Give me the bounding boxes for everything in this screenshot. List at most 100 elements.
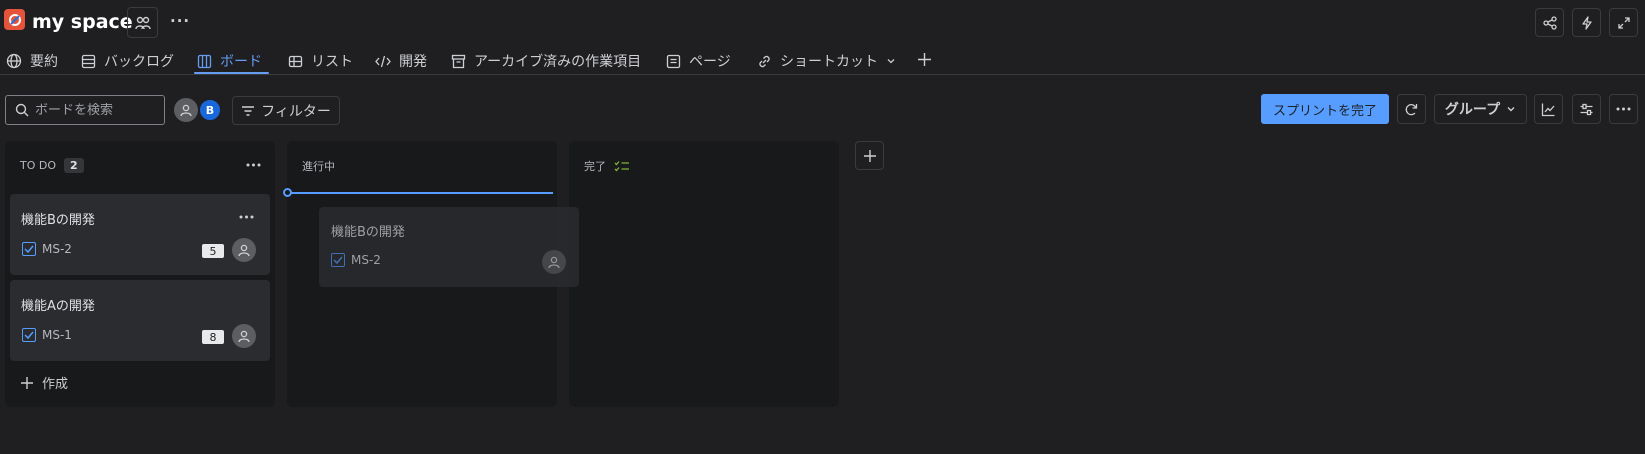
code-icon xyxy=(375,55,391,67)
assignee-avatar[interactable] xyxy=(232,324,256,348)
space-logo-icon[interactable] xyxy=(4,9,25,30)
board-more-button[interactable] xyxy=(1609,94,1638,124)
done-checklist-icon xyxy=(614,161,629,172)
search-input[interactable] xyxy=(35,102,155,118)
add-column-button[interactable] xyxy=(855,141,884,170)
refresh-button[interactable] xyxy=(1397,94,1426,124)
tab-list[interactable]: リスト xyxy=(288,47,353,75)
column-title-in-progress: 進行中 xyxy=(302,158,335,174)
chevron-down-icon xyxy=(887,59,895,64)
column-title: 進行中 xyxy=(302,160,335,173)
issue-key: MS-1 xyxy=(42,328,72,342)
complete-sprint-button[interactable]: スプリントを完了 xyxy=(1261,94,1389,124)
column-done xyxy=(569,141,839,407)
avatar-user-b[interactable]: B xyxy=(198,98,222,122)
issue-key: MS-2 xyxy=(42,242,72,256)
tab-archived[interactable]: アーカイブ済みの作業項目 xyxy=(451,47,641,75)
tab-pages[interactable]: ページ xyxy=(666,47,731,75)
person-icon xyxy=(180,104,192,117)
header-more-button[interactable]: ··· xyxy=(170,12,190,30)
card-title: 機能Bの開発 xyxy=(331,225,405,240)
list-icon xyxy=(81,54,96,68)
column-title-todo: TO DO 2 xyxy=(20,158,84,173)
tab-development[interactable]: 開発 xyxy=(375,47,427,75)
issue-card[interactable]: 機能Aの開発 MS-1 8 xyxy=(10,280,270,361)
tab-label: ショートカット xyxy=(780,54,878,70)
card-more-button[interactable] xyxy=(239,215,254,219)
plus-icon xyxy=(918,53,931,66)
board-search[interactable] xyxy=(5,95,165,125)
people-button[interactable] xyxy=(127,7,158,38)
dragging-card-preview[interactable]: 機能Bの開発 MS-2 xyxy=(319,207,579,287)
person-icon xyxy=(238,330,250,343)
tab-shortcuts[interactable]: ショートカット xyxy=(757,47,896,75)
task-type-icon xyxy=(22,328,36,342)
people-icon xyxy=(134,16,151,29)
column-title: TO DO xyxy=(20,159,57,172)
automation-button[interactable] xyxy=(1572,8,1601,37)
chevron-down-icon xyxy=(1507,107,1515,112)
tabs-divider xyxy=(0,74,1645,75)
add-tab-button[interactable] xyxy=(917,52,932,67)
chart-line-icon xyxy=(1541,103,1555,116)
view-settings-button[interactable] xyxy=(1572,94,1601,124)
tab-label: 要約 xyxy=(30,54,58,70)
more-icon xyxy=(246,163,261,167)
group-label: グループ xyxy=(1444,102,1501,118)
assignee-avatar[interactable] xyxy=(232,238,256,262)
globe-icon xyxy=(6,53,22,69)
issue-count-badge: 2 xyxy=(64,158,84,173)
tab-label: ボード xyxy=(220,54,262,70)
column-title-done: 完了 xyxy=(584,158,630,174)
issue-key: MS-2 xyxy=(351,253,381,267)
tab-label: ページ xyxy=(689,54,731,70)
assignee-avatar xyxy=(542,250,566,274)
link-icon xyxy=(759,55,770,67)
story-points: 8 xyxy=(202,330,224,344)
drop-indicator xyxy=(288,192,553,194)
board-icon xyxy=(197,54,212,68)
tab-label: アーカイブ済みの作業項目 xyxy=(474,54,642,70)
tab-backlog[interactable]: バックログ xyxy=(81,47,174,75)
story-points: 5 xyxy=(202,244,224,258)
card-title: 機能Aの開発 xyxy=(21,299,95,314)
archive-icon xyxy=(451,54,466,68)
page-icon xyxy=(666,54,681,68)
drop-indicator-dot xyxy=(283,188,292,197)
column-more-button[interactable] xyxy=(246,163,261,167)
card-key: MS-2 xyxy=(331,253,381,267)
group-dropdown[interactable]: グループ xyxy=(1434,94,1527,124)
fullscreen-button[interactable] xyxy=(1609,8,1638,37)
tab-board[interactable]: ボード xyxy=(197,47,262,75)
tab-label: バックログ xyxy=(104,54,174,70)
task-type-icon xyxy=(22,242,36,256)
table-icon xyxy=(288,55,303,67)
plus-icon xyxy=(21,376,33,389)
tab-label: リスト xyxy=(311,54,353,70)
card-key[interactable]: MS-1 xyxy=(22,328,72,342)
tab-label: 開発 xyxy=(399,54,427,70)
tab-summary[interactable]: 要約 xyxy=(6,47,58,75)
avatar-unassigned[interactable] xyxy=(174,98,198,122)
filter-icon xyxy=(242,105,255,116)
card-title: 機能Bの開発 xyxy=(21,213,95,228)
card-key[interactable]: MS-2 xyxy=(22,242,72,256)
sliders-icon xyxy=(1580,103,1593,115)
column-title: 完了 xyxy=(584,160,606,173)
filter-button[interactable]: フィルター xyxy=(232,96,340,125)
create-issue-button[interactable]: 作成 xyxy=(20,373,68,392)
filter-label: フィルター xyxy=(261,103,331,120)
person-icon xyxy=(548,256,560,269)
insights-button[interactable] xyxy=(1534,94,1563,124)
refresh-icon xyxy=(1405,103,1418,115)
more-icon xyxy=(239,215,254,219)
lightning-icon xyxy=(1581,15,1592,30)
plus-icon xyxy=(863,149,876,162)
issue-card[interactable]: 機能Bの開発 MS-2 5 xyxy=(10,194,270,275)
space-title: my space xyxy=(32,11,133,33)
person-icon xyxy=(238,244,250,257)
share-button[interactable] xyxy=(1535,8,1564,37)
task-type-icon xyxy=(331,253,345,267)
share-icon xyxy=(1542,15,1557,30)
search-icon xyxy=(15,103,29,117)
